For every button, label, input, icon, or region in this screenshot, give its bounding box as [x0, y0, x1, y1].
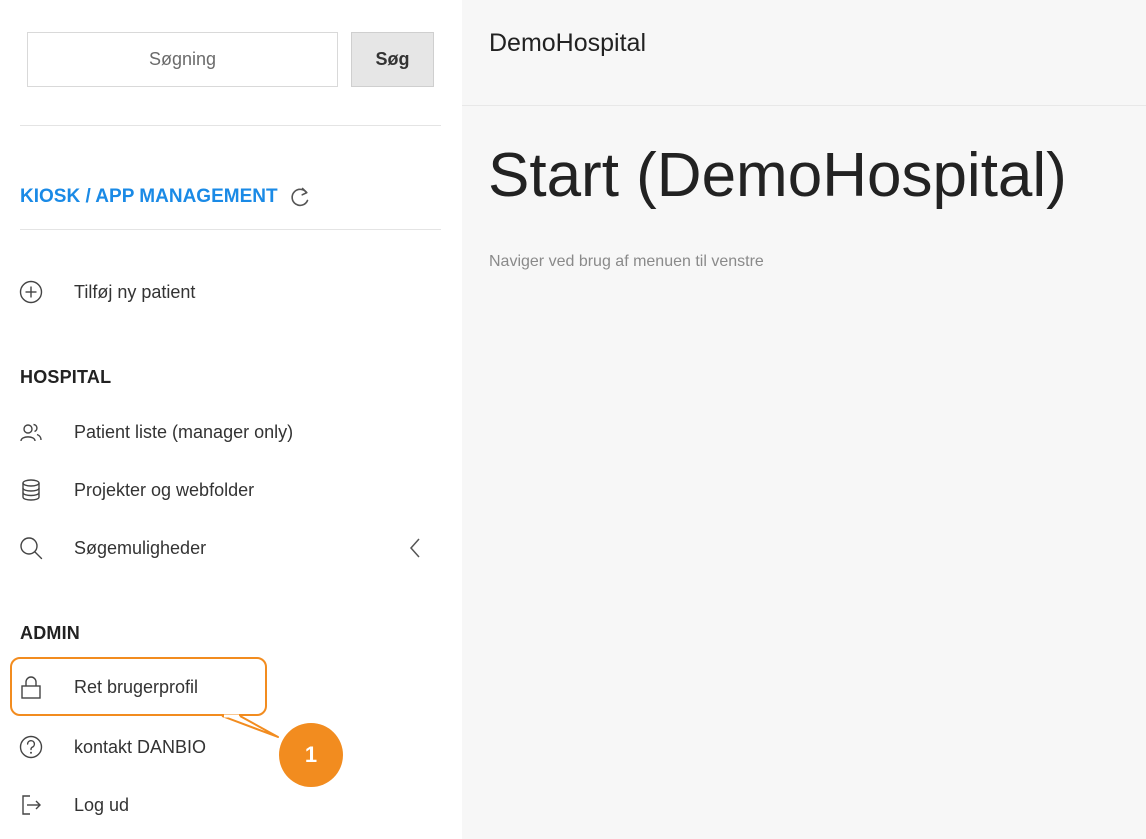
top-bar: DemoHospital	[462, 0, 1146, 106]
section-title-hospital: HOSPITAL	[20, 367, 112, 387]
menu-item-patient-list[interactable]: Patient liste (manager only)	[18, 414, 428, 450]
page-title: Start (DemoHospital)	[488, 141, 1067, 210]
menu-item-search-options[interactable]: Søgemuligheder	[18, 530, 428, 566]
menu-item-label: Log ud	[74, 794, 130, 815]
database-icon	[18, 477, 44, 503]
search-button[interactable]: Søg	[351, 32, 434, 87]
menu-item-label: kontakt DANBIO	[74, 736, 207, 757]
lock-icon	[18, 674, 44, 700]
menu-item-label: Søgemuligheder	[74, 537, 207, 558]
plus-circle-icon	[18, 279, 44, 305]
search-icon	[18, 535, 44, 561]
menu-item-label: Tilføj ny patient	[74, 281, 196, 302]
help-circle-icon	[18, 734, 44, 760]
sidebar-divider	[20, 229, 441, 230]
logout-icon	[18, 792, 44, 818]
menu-item-label: Ret brugerprofil	[74, 676, 199, 697]
users-icon	[18, 419, 44, 445]
menu-item-projects[interactable]: Projekter og webfolder	[18, 472, 428, 508]
menu-item-edit-profile[interactable]: Ret brugerprofil	[18, 669, 428, 705]
menu-item-logout[interactable]: Log ud	[18, 787, 428, 823]
menu-item-label: Patient liste (manager only)	[74, 421, 294, 442]
page-subtitle: Naviger ved brug af menuen til venstre	[489, 253, 764, 270]
annotation-badge: 1	[279, 723, 343, 787]
sidebar: Søg KIOSK / APP MANAGEMENT Tilføj ny pat…	[0, 0, 462, 839]
sidebar-divider	[20, 125, 441, 126]
search-input[interactable]	[27, 32, 338, 87]
menu-item-add-patient[interactable]: Tilføj ny patient	[18, 274, 428, 310]
chevron-left-icon[interactable]	[406, 536, 424, 560]
menu-item-label: Projekter og webfolder	[74, 479, 255, 500]
brand-title[interactable]: DemoHospital	[489, 29, 646, 58]
kiosk-label: KIOSK / APP MANAGEMENT	[20, 186, 278, 207]
kiosk-app-management-link[interactable]: KIOSK / APP MANAGEMENT	[20, 183, 314, 211]
refresh-icon[interactable]	[286, 183, 314, 211]
section-title-admin: ADMIN	[20, 623, 80, 643]
menu-item-contact[interactable]: kontakt DANBIO	[18, 729, 428, 765]
main-content: DemoHospital Start (DemoHospital) Navige…	[462, 0, 1146, 839]
